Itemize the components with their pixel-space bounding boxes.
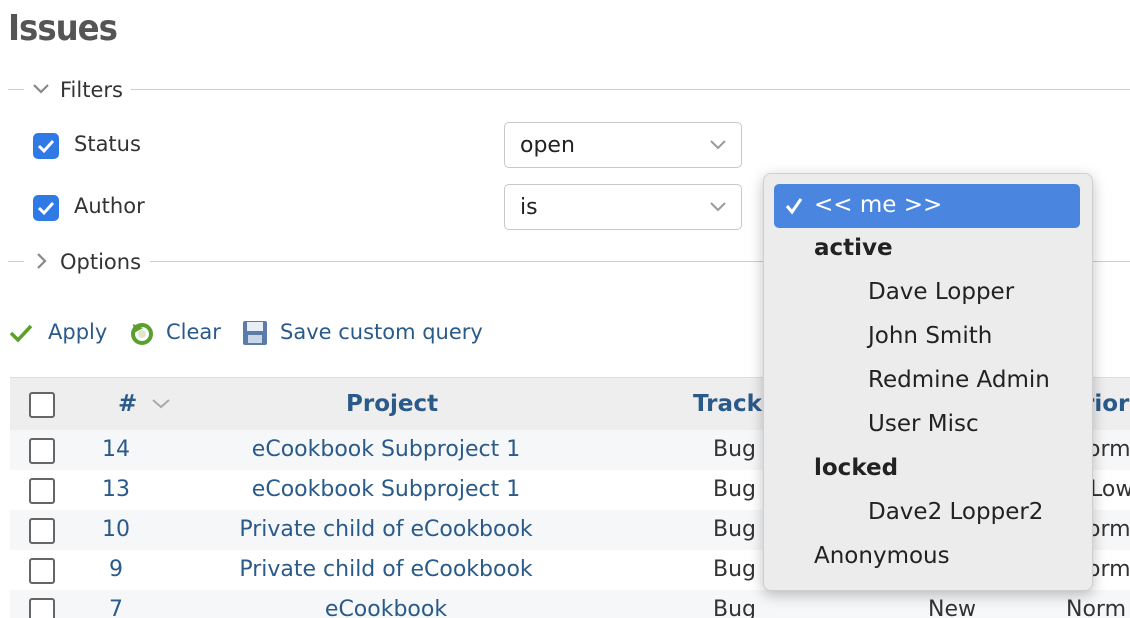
clear-link[interactable]: Clear [166, 320, 221, 344]
column-header-tracker[interactable]: Track [693, 391, 762, 417]
row-checkbox[interactable] [29, 558, 55, 584]
dropdown-group-locked: locked [814, 455, 899, 481]
refresh-icon [131, 323, 153, 345]
chevron-right-icon[interactable] [35, 252, 49, 270]
dropdown-option-label: << me >> [814, 192, 943, 218]
author-filter-label: Author [74, 194, 145, 218]
tracker-cell: Bug [713, 597, 757, 618]
filters-legend[interactable]: Filters [60, 78, 123, 102]
project-link[interactable]: eCookbook Subproject 1 [186, 477, 586, 502]
dropdown-group-active: active [814, 235, 893, 261]
status-filter-label: Status [74, 132, 141, 156]
options-legend[interactable]: Options [60, 250, 141, 274]
checkmark-icon [785, 198, 803, 215]
issue-id-link[interactable]: 7 [76, 597, 156, 618]
chevron-down-icon[interactable] [32, 82, 50, 96]
dropdown-option[interactable]: John Smith [868, 323, 992, 349]
status-operator-select[interactable]: open [504, 122, 742, 168]
priority-cell: Norm [1066, 597, 1127, 618]
checkmark-icon [9, 324, 33, 343]
apply-link[interactable]: Apply [48, 320, 107, 344]
save-query-link[interactable]: Save custom query [280, 320, 483, 344]
project-link[interactable]: Private child of eCookbook [186, 557, 586, 582]
fieldset-border [131, 89, 1130, 90]
issue-id-link[interactable]: 13 [76, 477, 156, 502]
status-operator-value: open [520, 133, 575, 158]
priority-cell: Low [1090, 477, 1130, 502]
issue-id-link[interactable]: 9 [76, 557, 156, 582]
checkmark-icon [37, 201, 55, 216]
project-link[interactable]: eCookbook Subproject 1 [186, 437, 586, 462]
dropdown-option[interactable]: User Misc [868, 411, 979, 437]
checkmark-icon [37, 139, 55, 154]
dropdown-option-me[interactable]: << me >> [774, 184, 1080, 228]
sort-icon[interactable] [151, 398, 171, 410]
status-cell: New [928, 597, 976, 618]
issue-id-link[interactable]: 14 [76, 437, 156, 462]
fieldset-border [8, 261, 24, 262]
issue-id-link[interactable]: 10 [76, 517, 156, 542]
status-filter-checkbox[interactable] [33, 133, 59, 159]
project-link[interactable]: Private child of eCookbook [186, 517, 586, 542]
save-icon [243, 321, 267, 345]
author-value-dropdown[interactable]: << me >> active Dave Lopper John Smith R… [763, 173, 1093, 591]
author-filter-checkbox[interactable] [33, 195, 59, 221]
row-checkbox[interactable] [29, 438, 55, 464]
author-operator-select[interactable]: is [504, 184, 742, 230]
column-header-id[interactable]: # [118, 391, 137, 417]
select-all-checkbox[interactable] [29, 392, 55, 418]
tracker-cell: Bug [713, 477, 757, 502]
row-checkbox[interactable] [29, 478, 55, 504]
tracker-cell: Bug [713, 517, 757, 542]
priority-cell: orm [1087, 557, 1130, 582]
tracker-cell: Bug [713, 557, 757, 582]
chevron-down-icon [710, 140, 726, 150]
dropdown-option[interactable]: Redmine Admin [868, 367, 1050, 393]
dropdown-option-anonymous[interactable]: Anonymous [814, 543, 950, 569]
chevron-down-icon [710, 202, 726, 212]
author-operator-value: is [520, 195, 538, 220]
row-checkbox[interactable] [29, 598, 55, 618]
tracker-cell: Bug [713, 437, 757, 462]
dropdown-option[interactable]: Dave Lopper [868, 279, 1014, 305]
page-title: Issues [8, 8, 118, 49]
priority-cell: orm [1087, 437, 1130, 462]
table-row[interactable]: 7 eCookbook Bug New Norm [10, 590, 1130, 618]
fieldset-border [8, 89, 24, 90]
project-link[interactable]: eCookbook [186, 597, 586, 618]
column-header-project[interactable]: Project [346, 391, 438, 417]
priority-cell: orm [1087, 517, 1130, 542]
row-checkbox[interactable] [29, 518, 55, 544]
dropdown-option[interactable]: Dave2 Lopper2 [868, 499, 1043, 525]
